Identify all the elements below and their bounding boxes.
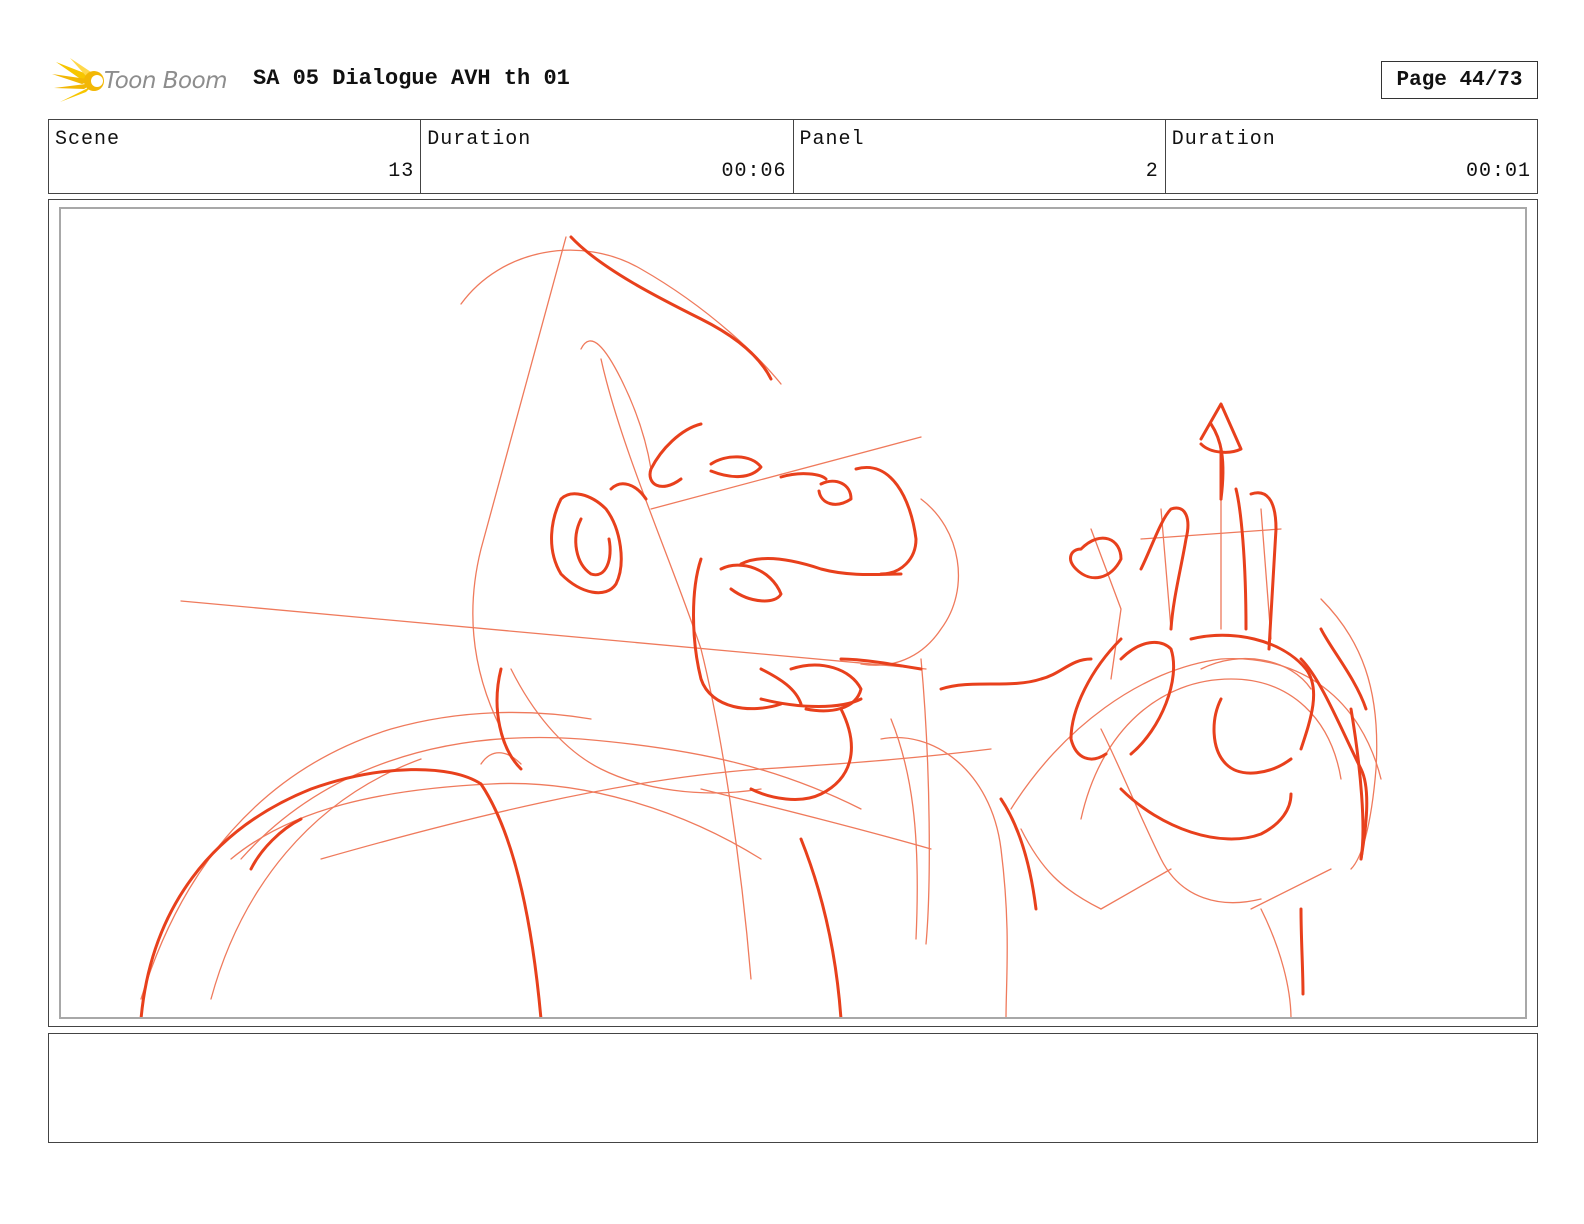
scene-duration-value: 00:06: [721, 160, 787, 183]
panel-cell: Panel 2: [794, 120, 1166, 193]
scene-duration-label: Duration: [427, 128, 532, 151]
panel-duration-label: Duration: [1171, 128, 1276, 151]
panel-value: 2: [1145, 160, 1159, 183]
panel-duration-value: 00:01: [1465, 160, 1531, 183]
storyboard-panel: [48, 199, 1538, 1027]
document-title: SA 05 Dialogue AVH th 01: [253, 66, 570, 91]
panel-duration-cell: Duration 00:01: [1166, 120, 1537, 193]
panel-info-table: Scene 13 Duration 00:06 Panel 2 Duration…: [48, 119, 1538, 194]
header: Toon Boom SA 05 Dialogue AVH th 01 Page …: [48, 54, 1538, 108]
construction-lines: [140, 236, 1382, 1017]
panel-notes-box: [48, 1033, 1538, 1143]
scene-value: 13: [388, 160, 415, 183]
page-indicator: Page 44/73: [1381, 61, 1538, 99]
toon-boom-logo: Toon Boom: [52, 56, 242, 106]
panel-image-area: [59, 207, 1527, 1019]
main-sketch-lines: [139, 235, 1369, 1017]
logo-text: Toon Boom: [104, 68, 228, 94]
character-sketch: [139, 235, 1382, 1017]
starburst-icon: [52, 58, 104, 102]
panel-label: Panel: [799, 128, 865, 151]
scene-label: Scene: [55, 128, 121, 151]
scene-duration-cell: Duration 00:06: [421, 120, 794, 193]
scene-cell: Scene 13: [49, 120, 422, 193]
